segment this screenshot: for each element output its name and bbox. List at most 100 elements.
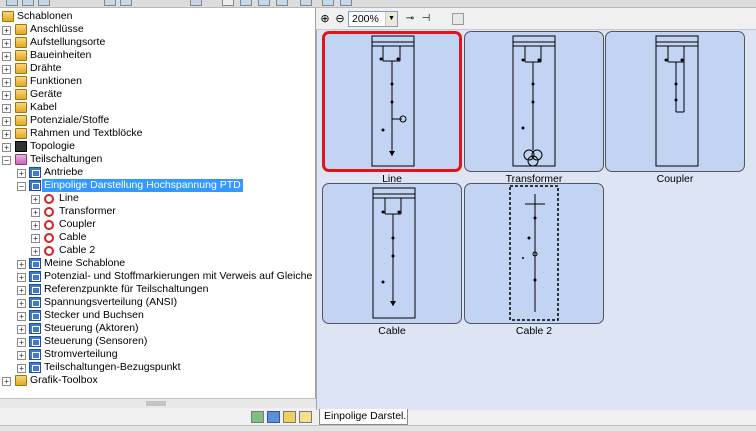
toolbar-button[interactable] [38, 0, 50, 6]
expand-icon[interactable]: + [17, 273, 26, 282]
horizontal-scrollbar[interactable] [0, 399, 316, 408]
toolbar-button[interactable] [222, 0, 234, 6]
tree-item[interactable]: + Aufstellungsorte [0, 36, 316, 49]
cable-icon [15, 102, 27, 113]
tree-item-label: Stromverteilung [44, 348, 118, 360]
tab-einpolige-darstellung[interactable]: Einpolige Darstel... [319, 409, 408, 425]
toolbar-button[interactable] [240, 0, 252, 6]
expand-icon[interactable]: + [17, 351, 26, 360]
expand-icon[interactable]: + [2, 39, 11, 48]
expand-icon[interactable]: + [17, 169, 26, 178]
tree-item[interactable]: + Potenziale/Stoffe [0, 114, 316, 127]
view-icon[interactable] [251, 411, 264, 423]
tree-item-selected[interactable]: − Einpolige Darstellung Hochspannung PTD [0, 179, 316, 192]
status-bar [0, 425, 756, 431]
tree-item[interactable]: + Line [0, 192, 316, 205]
folder-view-icon[interactable] [283, 411, 296, 423]
expand-icon[interactable]: + [17, 260, 26, 269]
subcircuit-library-icon [29, 297, 41, 308]
toolbar-button[interactable] [6, 0, 18, 6]
expand-icon[interactable]: + [2, 52, 11, 61]
expand-icon[interactable]: + [17, 286, 26, 295]
expand-icon[interactable]: + [17, 312, 26, 321]
toolbar-button[interactable] [104, 0, 116, 6]
tree-item[interactable]: + Funktionen [0, 75, 316, 88]
chevron-down-icon[interactable]: ▼ [385, 12, 397, 26]
tree-item[interactable]: + Anschlüsse [0, 23, 316, 36]
tree-item-label: Topologie [30, 140, 75, 152]
expand-icon[interactable]: + [2, 377, 11, 386]
expand-icon[interactable]: + [2, 130, 11, 139]
subcircuit-view-icon[interactable] [267, 411, 280, 423]
expand-icon[interactable]: + [2, 143, 11, 152]
library-view-icon[interactable] [299, 411, 312, 423]
tree-item[interactable]: + Steuerung (Sensoren) [0, 335, 316, 348]
toolbar-button[interactable] [190, 0, 202, 6]
zoom-select[interactable]: 200% ▼ [348, 11, 398, 27]
expand-icon[interactable]: + [2, 65, 11, 74]
template-tree-pane: Schablonen + Anschlüsse + Aufstellungsor… [0, 8, 316, 425]
expand-icon[interactable]: + [31, 195, 40, 204]
tree-item[interactable]: + Transformer [0, 205, 316, 218]
template-card-cable[interactable] [322, 183, 462, 324]
tree-item[interactable]: + Teilschaltungen-Bezugspunkt [0, 361, 316, 374]
pin-icon[interactable]: ⊸ [404, 13, 416, 25]
expand-icon[interactable]: + [17, 364, 26, 373]
collapse-icon[interactable]: − [2, 156, 11, 165]
tree-item[interactable]: + Topologie [0, 140, 316, 153]
cable-schematic-icon [372, 187, 416, 319]
toolbar-button[interactable] [322, 0, 334, 6]
tree-item[interactable]: + Meine Schablone [0, 257, 316, 270]
expand-icon[interactable]: + [2, 78, 11, 87]
tree-item[interactable]: + Drähte [0, 62, 316, 75]
expand-icon[interactable]: + [17, 338, 26, 347]
template-card-transformer[interactable] [464, 31, 604, 172]
expand-icon[interactable]: + [17, 325, 26, 334]
pushpin-icon[interactable]: ⊣ [420, 13, 432, 25]
function-icon [15, 76, 27, 87]
subcircuit-folder-icon [15, 154, 27, 165]
tree-item[interactable]: + Geräte [0, 88, 316, 101]
scrollbar-thumb[interactable] [146, 401, 166, 406]
expand-icon[interactable]: + [31, 247, 40, 256]
tree-item[interactable]: + Stecker und Buchsen [0, 309, 316, 322]
zoom-in-icon[interactable]: ⊕ [318, 12, 332, 26]
expand-icon[interactable]: + [31, 234, 40, 243]
tree-item[interactable]: + Coupler [0, 218, 316, 231]
toolbar-button[interactable] [340, 0, 352, 6]
toolbar-button[interactable] [258, 0, 270, 6]
template-card-cable-2[interactable] [464, 183, 604, 324]
template-card-line[interactable] [322, 31, 462, 172]
tree-item[interactable]: + Potenzial- und Stoffmarkierungen mit V… [0, 270, 316, 283]
tree-item[interactable]: + Cable [0, 231, 316, 244]
tree-item[interactable]: + Kabel [0, 101, 316, 114]
tree-root[interactable]: Schablonen [0, 10, 316, 23]
collapse-icon[interactable]: − [17, 182, 26, 191]
toolbar-button[interactable] [300, 0, 312, 6]
subcircuit-library-icon [29, 284, 41, 295]
zoom-out-icon[interactable]: ⊖ [333, 12, 347, 26]
expand-icon[interactable]: + [2, 117, 11, 126]
toolbar-button[interactable] [120, 0, 132, 6]
expand-icon[interactable]: + [31, 208, 40, 217]
tree-item[interactable]: + Stromverteilung [0, 348, 316, 361]
tree-item[interactable]: + Rahmen und Textblöcke [0, 127, 316, 140]
tree-item[interactable]: + Baueinheiten [0, 49, 316, 62]
preview-icon[interactable] [452, 13, 464, 25]
tree-item[interactable]: + Cable 2 [0, 244, 316, 257]
tree-item-teilschaltungen[interactable]: − Teilschaltungen [0, 153, 316, 166]
tree-item[interactable]: + Steuerung (Aktoren) [0, 322, 316, 335]
expand-icon[interactable]: + [17, 299, 26, 308]
template-card-coupler[interactable] [605, 31, 745, 172]
tree-item[interactable]: + Grafik-Toolbox [0, 374, 316, 387]
tree-item[interactable]: + Spannungsverteilung (ANSI) [0, 296, 316, 309]
tree-item[interactable]: + Antriebe [0, 166, 316, 179]
toolbar-button[interactable] [22, 0, 34, 6]
expand-icon[interactable]: + [2, 26, 11, 35]
expand-icon[interactable]: + [2, 91, 11, 100]
tree-item[interactable]: + Referenzpunkte für Teilschaltungen [0, 283, 316, 296]
toolbar-button[interactable] [276, 0, 288, 6]
coupler-schematic-icon [655, 35, 699, 167]
expand-icon[interactable]: + [2, 104, 11, 113]
expand-icon[interactable]: + [31, 221, 40, 230]
